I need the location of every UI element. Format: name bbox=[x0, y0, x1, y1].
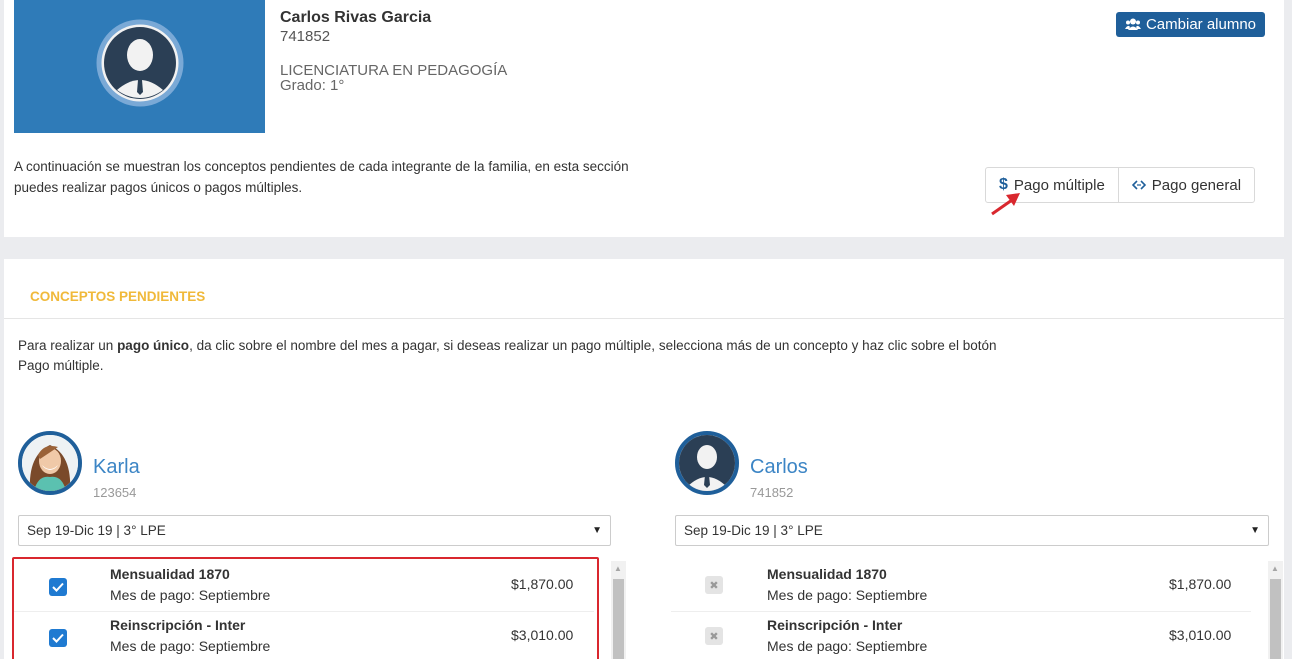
scroll-up-icon[interactable]: ▲ bbox=[1271, 564, 1279, 573]
concept-subtitle: Mes de pago: Septiembre bbox=[110, 638, 271, 654]
member-name-karla: Karla bbox=[93, 456, 140, 478]
users-icon bbox=[1124, 18, 1141, 30]
caret-down-icon: ▼ bbox=[1250, 525, 1260, 536]
checkbox-disabled: ✖ bbox=[705, 576, 723, 594]
red-arrow-icon bbox=[991, 193, 1020, 216]
check-icon bbox=[52, 633, 64, 643]
member-id-karla: 123654 bbox=[93, 485, 137, 500]
multi-payment-label: Pago múltiple bbox=[1013, 176, 1105, 194]
close-icon: ✖ bbox=[709, 579, 719, 592]
concept-title: Reinscripción - Inter bbox=[110, 617, 246, 633]
scrollbar[interactable]: ▲ bbox=[1268, 561, 1283, 659]
concept-amount: $3,010.00 bbox=[511, 627, 574, 643]
general-payment-button[interactable]: Pago general bbox=[1117, 168, 1254, 202]
instructions-text: Para realizar un pago único, da clic sob… bbox=[18, 336, 1028, 376]
student-name: Carlos Rivas Garcia bbox=[280, 9, 432, 26]
user-silhouette-icon bbox=[96, 19, 184, 107]
check-icon bbox=[52, 582, 64, 592]
concept-item[interactable]: Reinscripción - Inter Mes de pago: Septi… bbox=[14, 611, 594, 659]
concept-list-karla: Mensualidad 1870 Mes de pago: Septiembre… bbox=[14, 561, 627, 659]
student-id: 741852 bbox=[280, 28, 331, 45]
period-select-carlos[interactable]: Sep 19-Dic 19 | 3° LPE ▼ bbox=[675, 515, 1269, 546]
instructions-bold: pago único bbox=[117, 338, 190, 353]
concept-item[interactable]: ✖ Mensualidad 1870 Mes de pago: Septiemb… bbox=[671, 561, 1251, 611]
period-select-value: Sep 19-Dic 19 | 3° LPE bbox=[27, 523, 166, 538]
scrollbar[interactable]: ▲ bbox=[611, 561, 626, 659]
scrollbar-thumb[interactable] bbox=[613, 579, 624, 659]
concept-amount: $1,870.00 bbox=[511, 576, 574, 592]
user-silhouette-icon bbox=[679, 435, 735, 491]
concept-list-carlos: ✖ Mensualidad 1870 Mes de pago: Septiemb… bbox=[671, 561, 1284, 659]
concept-amount: $1,870.00 bbox=[1169, 576, 1232, 592]
change-student-label: Cambiar alumno bbox=[1145, 16, 1257, 33]
woman-portrait-icon bbox=[22, 435, 78, 491]
payment-button-group: $ Pago múltiple Pago general bbox=[985, 167, 1256, 203]
concept-title: Mensualidad 1870 bbox=[767, 566, 887, 582]
close-icon: ✖ bbox=[709, 630, 719, 643]
concept-subtitle: Mes de pago: Septiembre bbox=[767, 587, 928, 603]
caret-down-icon: ▼ bbox=[592, 525, 602, 536]
instructions-prefix: Para realizar un bbox=[18, 338, 118, 353]
concept-subtitle: Mes de pago: Septiembre bbox=[767, 638, 928, 654]
concept-title: Reinscripción - Inter bbox=[767, 617, 903, 633]
scrollbar-thumb[interactable] bbox=[1270, 579, 1281, 659]
student-photo bbox=[14, 0, 265, 133]
concept-amount: $3,010.00 bbox=[1169, 627, 1232, 643]
period-select-value: Sep 19-Dic 19 | 3° LPE bbox=[684, 523, 823, 538]
avatar-carlos bbox=[675, 431, 739, 495]
scroll-up-icon[interactable]: ▲ bbox=[614, 564, 622, 573]
general-payment-label: Pago general bbox=[1151, 176, 1242, 194]
member-id-carlos: 741852 bbox=[750, 485, 794, 500]
code-icon bbox=[1131, 180, 1146, 190]
period-select-karla[interactable]: Sep 19-Dic 19 | 3° LPE ▼ bbox=[18, 515, 611, 546]
member-name-carlos: Carlos bbox=[750, 456, 808, 478]
section-title: CONCEPTOS PENDIENTES bbox=[30, 289, 206, 304]
concept-item[interactable]: ✖ Reinscripción - Inter Mes de pago: Sep… bbox=[671, 611, 1251, 659]
intro-text: A continuación se muestran los conceptos… bbox=[14, 159, 629, 195]
concept-title: Mensualidad 1870 bbox=[110, 566, 230, 582]
concept-item[interactable]: Mensualidad 1870 Mes de pago: Septiembre… bbox=[14, 561, 594, 611]
change-student-button[interactable]: Cambiar alumno bbox=[1116, 12, 1265, 37]
checkbox-disabled: ✖ bbox=[705, 627, 723, 645]
checkbox-checked[interactable] bbox=[49, 578, 67, 596]
avatar-karla bbox=[18, 431, 82, 495]
concept-subtitle: Mes de pago: Septiembre bbox=[110, 587, 271, 603]
divider bbox=[4, 318, 1284, 319]
student-grade: Grado: 1° bbox=[280, 77, 345, 94]
checkbox-checked[interactable] bbox=[49, 629, 67, 647]
